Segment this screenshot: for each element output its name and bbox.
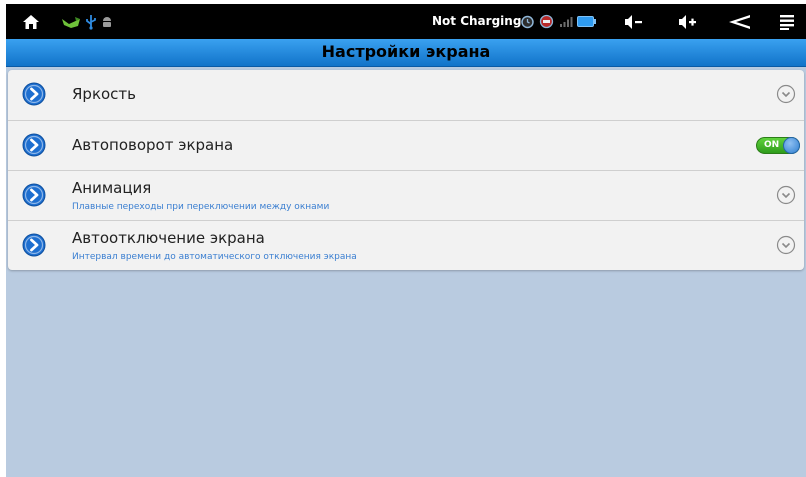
setting-title: Автоотключение экрана — [72, 229, 265, 247]
expand-icon[interactable] — [776, 185, 796, 205]
setting-title: Анимация — [72, 179, 152, 197]
charging-status-text: Not Charging — [432, 14, 522, 28]
chevron-right-circle-icon — [22, 233, 46, 257]
android-debug-icon — [100, 4, 114, 39]
setting-animation[interactable]: Анимация Плавные переходы при переключен… — [8, 170, 804, 221]
battery-icon — [576, 4, 596, 39]
setting-title: Автоповорот экрана — [72, 136, 234, 154]
setting-subtitle: Плавные переходы при переключении между … — [72, 202, 330, 212]
setting-auto-rotate[interactable]: Автоповорот экрана ON — [8, 120, 804, 171]
volume-down-icon[interactable] — [622, 4, 644, 39]
chevron-right-circle-icon — [22, 82, 46, 106]
expand-icon[interactable] — [776, 84, 796, 104]
auto-rotate-toggle[interactable]: ON — [756, 137, 800, 154]
signal-icon — [558, 4, 574, 39]
volume-up-icon[interactable] — [676, 4, 698, 39]
settings-list: Яркость Автоповорот экрана ON Анимация П… — [8, 70, 804, 270]
settings-content: Яркость Автоповорот экрана ON Анимация П… — [6, 67, 806, 477]
expand-icon[interactable] — [776, 235, 796, 255]
page-title: Настройки экрана — [6, 39, 806, 67]
chevron-right-circle-icon — [22, 133, 46, 157]
back-icon[interactable] — [726, 4, 752, 39]
setting-title: Яркость — [72, 85, 137, 103]
toggle-label: ON — [764, 140, 780, 150]
setting-subtitle: Интервал времени до автоматического откл… — [72, 252, 357, 262]
setting-brightness[interactable]: Яркость — [8, 70, 804, 120]
setting-screen-timeout[interactable]: Автоотключение экрана Интервал времени д… — [8, 220, 804, 271]
usb-icon — [84, 4, 98, 39]
home-icon[interactable] — [20, 4, 42, 39]
menu-icon[interactable] — [776, 4, 798, 39]
chevron-right-circle-icon — [22, 183, 46, 207]
toggle-knob — [783, 137, 800, 154]
status-bar: Not Charging — [6, 4, 806, 39]
battery-warning-icon — [537, 4, 555, 39]
alarm-icon — [519, 4, 535, 39]
notification-icon — [60, 4, 82, 39]
